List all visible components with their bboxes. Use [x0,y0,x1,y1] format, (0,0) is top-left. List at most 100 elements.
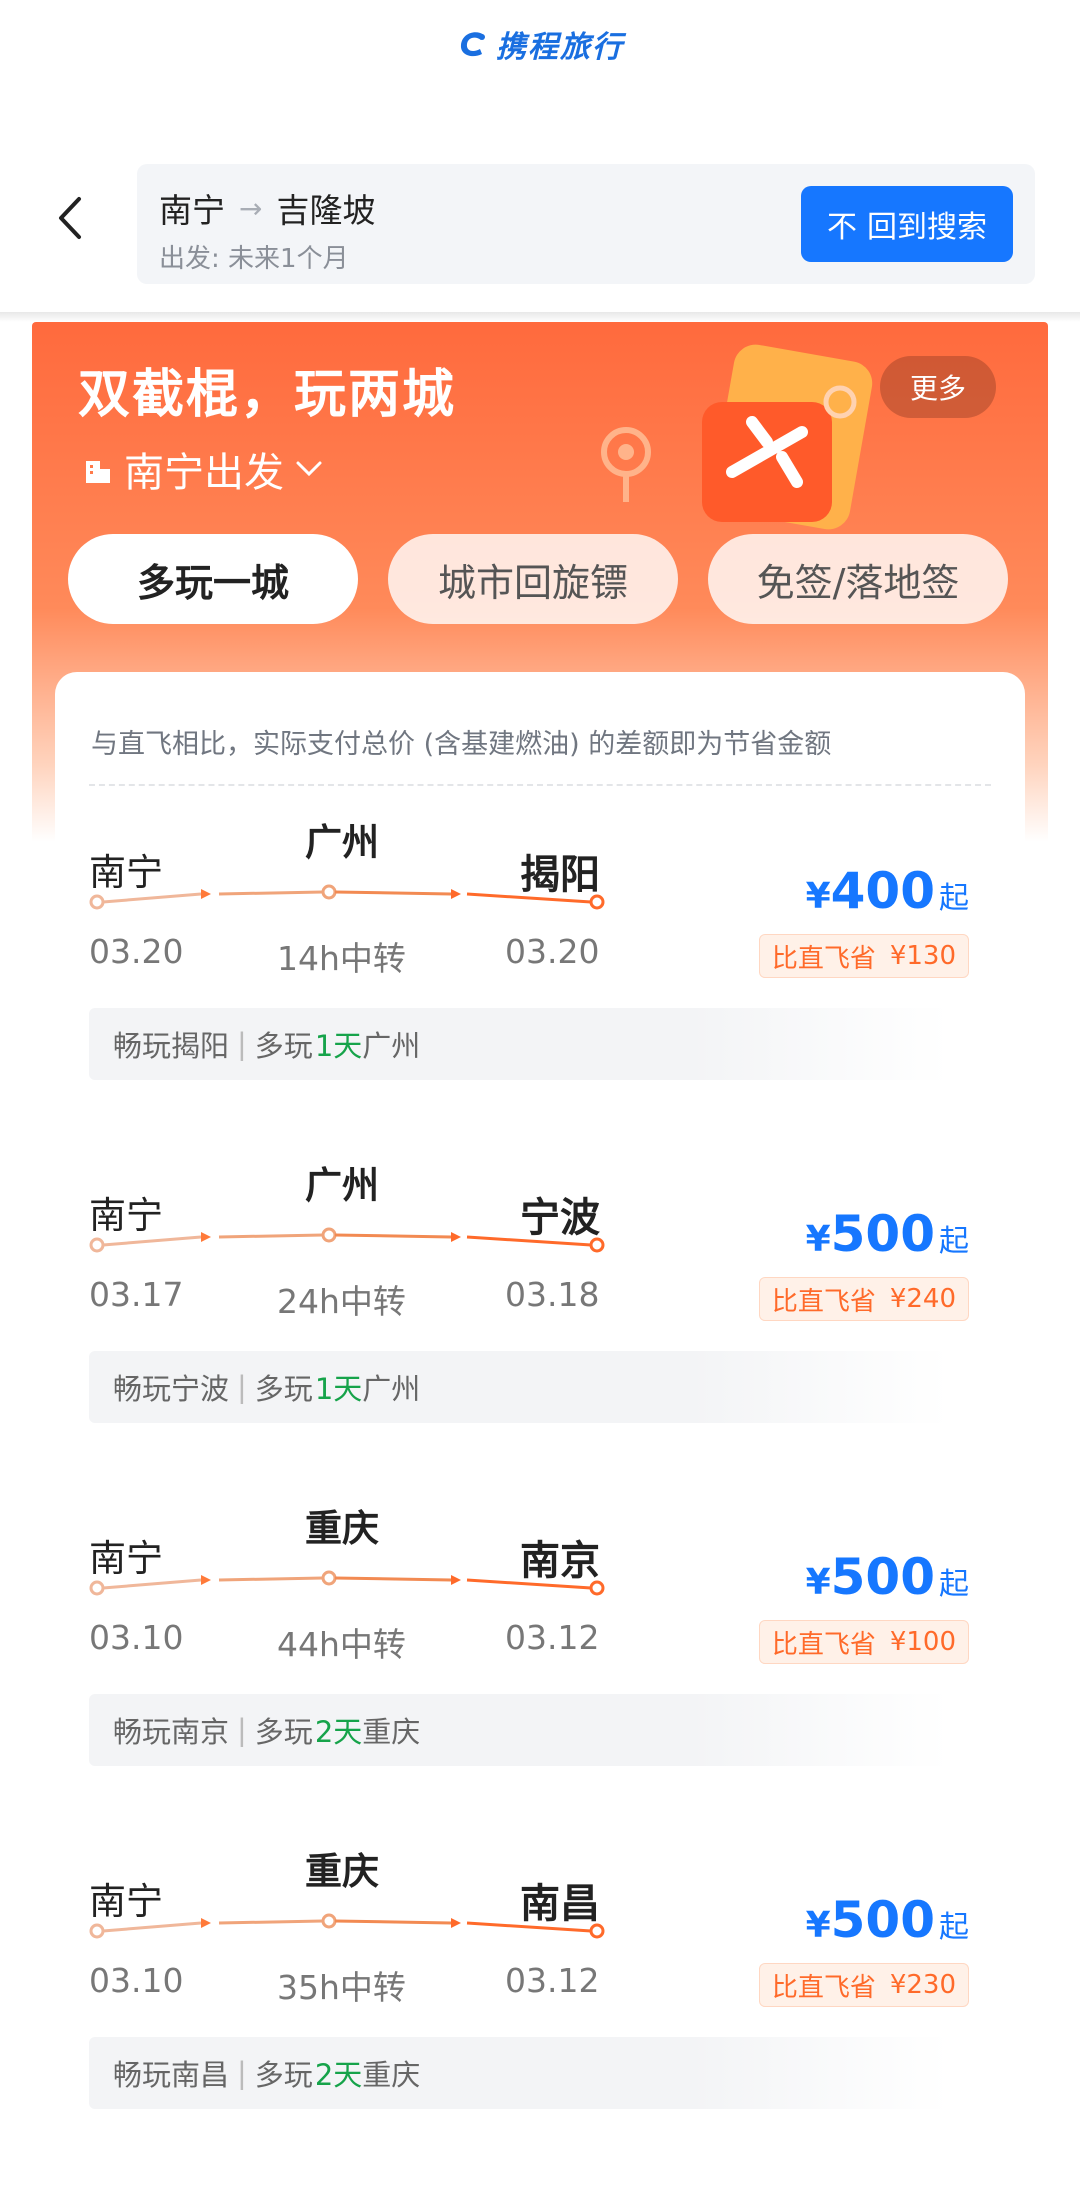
price-suffix: 起 [939,881,969,916]
transfer-city: 重庆 [305,1850,379,1893]
origin-city: 南宁 [159,191,225,230]
price-amount: 500 [830,1548,935,1606]
tip-city: 广州 [362,1372,421,1406]
promo-title: 双截棍，玩两城 [78,365,457,425]
savings-label: 比直飞省 [771,943,876,974]
tip-city: 重庆 [362,2058,421,2092]
transfer-city: 重庆 [305,1507,379,1550]
tip-destination: 畅玩揭阳 [113,1029,230,1063]
transfer-duration: 14h中转 [277,939,406,978]
route-track-icon [89,884,605,910]
plane-ticket-illustration-icon [601,344,873,530]
tip-separator: | [237,1370,247,1404]
tip-days: 1天 [314,1029,363,1063]
transfer-city: 广州 [305,821,379,864]
more-button[interactable]: 更多 [880,356,996,418]
itinerary-tip: 畅玩揭阳 | 多玩 1天 广州 [89,1008,949,1080]
chevron-down-icon [296,461,322,477]
price-amount: 500 [830,1205,935,1263]
arrival-date: 03.20 [505,932,600,971]
search-glyph-icon: 不 [827,210,857,245]
departure-range: 出发: 未来1个月 [159,244,349,274]
price-suffix: 起 [939,1910,969,1945]
savings-amount: ¥230 [889,1970,956,2000]
tab-one-more-city[interactable]: 多玩一城 [68,534,358,624]
tab-visa-free[interactable]: 免签/落地签 [708,534,1008,624]
route-track-icon [89,1227,605,1253]
tip-destination: 畅玩宁波 [113,1372,230,1406]
flight-item[interactable]: 南宁 重庆 南京 03.10 44h中转 03.12 ¥ 500 起 比直飞省 … [55,1507,1025,1848]
tip-label: 多玩 [254,2058,313,2092]
departure-date: 03.10 [89,1961,184,2000]
flight-item[interactable]: 南宁 重庆 南昌 03.10 35h中转 03.12 ¥ 500 起 比直飞省 … [55,1850,1025,2191]
divider [89,784,991,786]
itinerary-tip: 畅玩南昌 | 多玩 2天 重庆 [89,2037,949,2109]
transfer-duration: 44h中转 [277,1625,406,1664]
back-to-search-label: 回到搜索 [867,210,987,245]
currency-symbol: ¥ [805,1219,831,1260]
flight-item[interactable]: 南宁 广州 揭阳 03.20 14h中转 03.20 ¥ 400 起 比直飞省 … [55,821,1025,1162]
brand-name: 携程旅行 [496,30,624,65]
savings-label: 比直飞省 [771,1972,876,2003]
search-summary[interactable]: 南宁 → 吉隆坡 出发: 未来1个月 不 回到搜索 [137,164,1035,284]
departure-date: 03.17 [89,1275,184,1314]
arrival-date: 03.12 [505,1618,600,1657]
route-track-icon [89,1570,605,1596]
route-line: 南宁 → 吉隆坡 [159,184,375,232]
savings-amount: ¥100 [889,1627,956,1657]
savings-amount: ¥130 [889,941,956,971]
tip-destination: 畅玩南京 [113,1715,230,1749]
search-header: 南宁 → 吉隆坡 出发: 未来1个月 不 回到搜索 [0,150,1080,290]
savings-label: 比直飞省 [771,1629,876,1660]
promo-tabs: 多玩一城 城市回旋镖 免签/落地签 [68,534,1028,630]
results-card: 与直飞相比，实际支付总价 (含基建燃油) 的差额即为节省金额 南宁 广州 揭阳 … [55,672,1025,2121]
price-amount: 500 [830,1891,935,1949]
flight-item[interactable]: 南宁 广州 宁波 03.17 24h中转 03.18 ¥ 500 起 比直飞省 … [55,1164,1025,1505]
price-suffix: 起 [939,1224,969,1259]
tip-label: 多玩 [254,1372,313,1406]
header-shadow [0,312,1080,322]
savings-badge: 比直飞省 ¥130 [758,934,969,978]
route-arrow-icon: → [239,191,263,225]
back-to-search-button[interactable]: 不 回到搜索 [801,186,1013,262]
price: ¥ 400 起 [806,862,969,920]
tip-city: 广州 [362,1029,421,1063]
brand-bar: 携程旅行 [0,0,1080,100]
price: ¥ 500 起 [806,1205,969,1263]
transfer-duration: 35h中转 [277,1968,406,2007]
chevron-left-icon [59,197,81,239]
savings-amount: ¥240 [889,1284,956,1314]
tip-days: 1天 [314,1372,363,1406]
savings-badge: 比直飞省 ¥100 [758,1620,969,1664]
back-button[interactable] [40,188,100,248]
route-track-icon [89,1913,605,1939]
tip-separator: | [237,1027,247,1061]
itinerary-tip: 畅玩宁波 | 多玩 1天 广州 [89,1351,949,1423]
departure-date: 03.20 [89,932,184,971]
departure-date: 03.10 [89,1618,184,1657]
arrival-date: 03.18 [505,1275,600,1314]
transfer-city: 广州 [305,1164,379,1207]
tab-city-boomerang[interactable]: 城市回旋镖 [388,534,678,624]
savings-label: 比直飞省 [771,1286,876,1317]
savings-badge: 比直飞省 ¥230 [758,1963,969,2007]
departure-city-selector[interactable]: 南宁出发 [82,440,324,498]
price-suffix: 起 [939,1567,969,1602]
departure-city-label: 南宁出发 [124,450,284,496]
currency-symbol: ¥ [805,1562,831,1603]
ctrip-logo-icon [460,32,485,57]
price: ¥ 500 起 [806,1891,969,1949]
tip-label: 多玩 [254,1715,313,1749]
building-icon [86,461,110,483]
currency-symbol: ¥ [805,1905,831,1946]
transfer-duration: 24h中转 [277,1282,406,1321]
arrival-date: 03.12 [505,1961,600,2000]
destination-city: 吉隆坡 [276,191,376,230]
savings-notice: 与直飞相比，实际支付总价 (含基建燃油) 的差额即为节省金额 [91,729,832,760]
tip-separator: | [237,2056,247,2090]
tip-label: 多玩 [254,1029,313,1063]
itinerary-tip: 畅玩南京 | 多玩 2天 重庆 [89,1694,949,1766]
tip-city: 重庆 [362,1715,421,1749]
savings-badge: 比直飞省 ¥240 [758,1277,969,1321]
tip-separator: | [237,1713,247,1747]
